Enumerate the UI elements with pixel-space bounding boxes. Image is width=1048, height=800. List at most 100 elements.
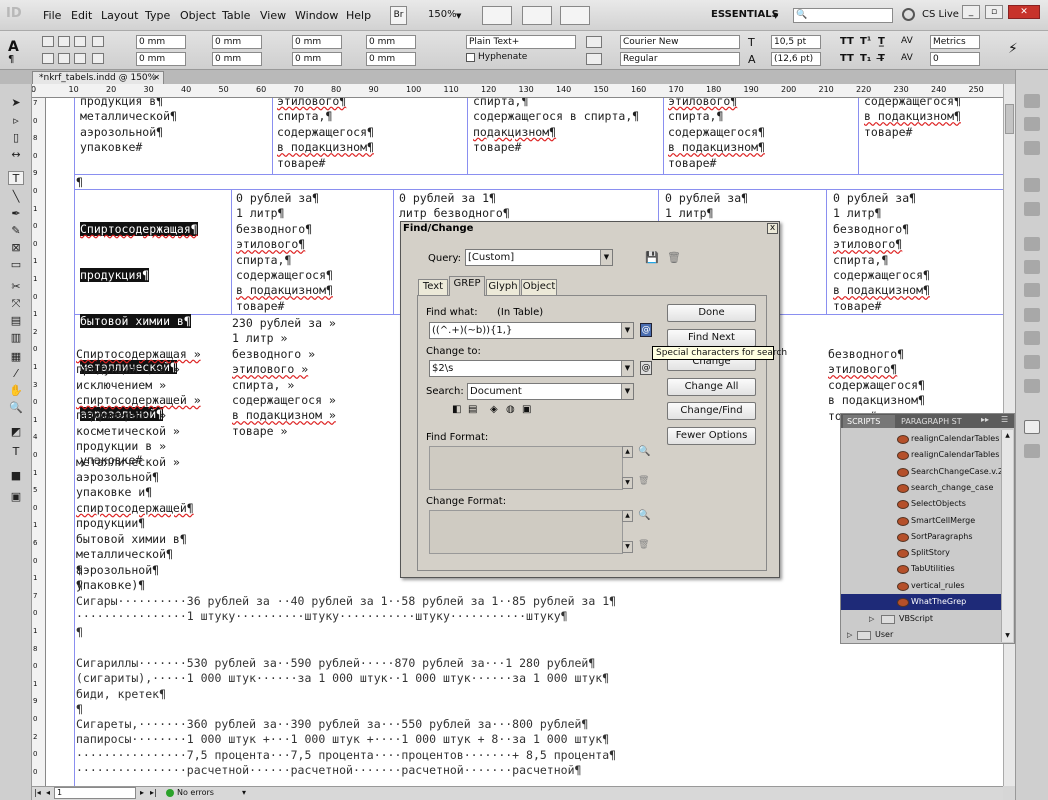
line-tool-icon[interactable]: ╲	[8, 190, 24, 204]
specify-find-format-icon[interactable]: 🔍	[638, 446, 650, 457]
include-footnotes-icon[interactable]: ▣	[522, 404, 531, 415]
script-folder[interactable]: ▷ VBScript	[841, 611, 1001, 627]
find-format-scroll-up[interactable]: ▲	[622, 446, 633, 458]
include-locked-layers-icon[interactable]: ◧	[452, 404, 461, 415]
save-query-icon[interactable]: 💾	[645, 251, 659, 264]
tab-object[interactable]: Object	[521, 279, 557, 295]
font-size-field[interactable]: 10,5 pt	[771, 35, 821, 49]
change-all-button[interactable]: Change All	[667, 378, 756, 396]
change-format-scroll-down[interactable]: ▼	[622, 541, 633, 553]
menu-type[interactable]: Type	[145, 9, 170, 22]
tab-glyph[interactable]: Glyph	[486, 279, 520, 295]
fewer-options-button[interactable]: Fewer Options	[667, 427, 756, 445]
cs-live-icon[interactable]	[902, 8, 915, 21]
tracking-field[interactable]: 0	[930, 52, 980, 66]
done-button[interactable]: Done	[667, 304, 756, 322]
document-tab[interactable]: *nkrf_tabels.indd @ 150% ✕	[32, 71, 164, 84]
justify-right-icon[interactable]	[74, 53, 86, 64]
small-caps-button[interactable]: TT	[840, 53, 854, 64]
clear-find-format-icon[interactable]: 🗑	[638, 476, 649, 486]
gradient-panel-icon[interactable]	[1024, 355, 1040, 369]
script-item[interactable]: realignCalendarTables	[841, 431, 1001, 447]
workspace-switcher[interactable]: ESSENTIALS	[711, 9, 779, 20]
screen-mode-icon[interactable]: ▣	[8, 490, 24, 504]
script-folder[interactable]: ▷ User	[841, 627, 1001, 643]
gradient-feather-tool-icon[interactable]: ▥	[8, 331, 24, 345]
menu-object[interactable]: Object	[180, 9, 216, 22]
pen-tool-icon[interactable]: ✒	[8, 207, 24, 221]
underline-button[interactable]: T̲	[878, 36, 885, 47]
last-line-indent-field[interactable]: 0 mm	[212, 52, 262, 66]
next-page-icon[interactable]: ▸	[140, 788, 144, 797]
change-format-box[interactable]	[429, 510, 623, 554]
pages-panel-icon[interactable]	[1024, 94, 1040, 108]
script-item[interactable]: vertical_rules	[841, 578, 1001, 594]
rectangle-tool-icon[interactable]: ▭	[8, 258, 24, 272]
rectangle-frame-tool-icon[interactable]: ⊠	[8, 241, 24, 255]
script-item[interactable]: realignCalendarTables	[841, 447, 1001, 463]
last-page-icon[interactable]: ▸|	[150, 788, 157, 797]
workspace-dropdown-icon[interactable]: ▼	[773, 12, 778, 20]
script-item[interactable]: SortParagraphs	[841, 529, 1001, 545]
tab-grep[interactable]: GREP	[449, 276, 485, 296]
find-what-input[interactable]: ((^.+)(~b)){1,} ▼	[429, 322, 634, 339]
paragraph-formatting-icon[interactable]: ¶	[8, 54, 14, 65]
change-format-scroll-up[interactable]: ▲	[622, 510, 633, 522]
align-right-icon[interactable]	[74, 36, 86, 47]
kerning-select[interactable]: Metrics	[930, 35, 980, 49]
right-indent-field[interactable]: 0 mm	[212, 35, 262, 49]
page-number-field[interactable]: 1	[54, 787, 136, 799]
first-line-indent-field[interactable]: 0 mm	[136, 52, 186, 66]
find-special-characters-icon[interactable]: @	[640, 323, 652, 337]
info-panel-icon[interactable]	[1024, 331, 1040, 345]
bullets-list-icon[interactable]	[586, 36, 602, 48]
subscript-button[interactable]: T₁	[860, 53, 871, 64]
script-item[interactable]: SearchChangeCase.v.2	[841, 464, 1003, 480]
cell-r2c5[interactable]: 0 рублей за¶ 1 литр¶ безводного¶ этилового¶…	[833, 191, 930, 314]
script-item[interactable]: WhatTheGrep	[841, 594, 1001, 610]
query-select[interactable]: [Custom] ▼	[465, 249, 613, 266]
all-caps-button[interactable]: TT	[840, 36, 854, 47]
panel-collapse-icon[interactable]: ▸▸	[981, 415, 989, 424]
hyphenate-checkbox[interactable]	[466, 53, 475, 62]
cell-r3c1[interactable]: Спиртосодержащая » продукция (за » исключе…	[76, 316, 201, 624]
first-page-icon[interactable]: |◂	[34, 788, 41, 797]
screen-mode-button[interactable]	[522, 6, 552, 25]
close-tab-icon[interactable]: ✕	[153, 72, 160, 84]
space-after-field[interactable]: 0 mm	[292, 52, 342, 66]
paragraph-style-select[interactable]: Plain Text+	[466, 35, 576, 49]
cell-r2c3[interactable]: 0 рублей за 1¶ литр безводного¶	[399, 191, 510, 222]
help-search-input[interactable]: 🔍	[793, 8, 893, 23]
cell-r2c4[interactable]: 0 рублей за¶ 1 литр¶	[665, 191, 748, 222]
maximize-button[interactable]: ▫	[985, 5, 1003, 19]
strikethrough-button[interactable]: T̶	[878, 53, 885, 64]
align-center-icon[interactable]	[58, 36, 70, 47]
dialog-close-button[interactable]: x	[767, 223, 778, 234]
cigarillos-block[interactable]: Сигариллы·······530 рублей за··590 рубле…	[76, 656, 609, 718]
justify-all-icon[interactable]	[42, 53, 54, 64]
preflight-menu-icon[interactable]: ▾	[242, 788, 246, 797]
direct-selection-tool-icon[interactable]: ▹	[8, 114, 24, 128]
object-styles-panel-icon[interactable]	[1024, 379, 1040, 393]
character-styles-panel-icon[interactable]	[1024, 260, 1040, 274]
space-before-field[interactable]: 0 mm	[292, 35, 342, 49]
script-item[interactable]: TabUtilities	[841, 561, 1001, 577]
cell-r1c5[interactable]: содержащегося¶ в подакцизном¶ товаре#	[864, 98, 961, 140]
arrange-documents-button[interactable]	[560, 6, 590, 25]
expand-arrow-icon[interactable]: ▷	[869, 611, 874, 627]
apply-color-icon[interactable]: ■	[8, 469, 24, 483]
drop-cap-chars-field[interactable]: 0 mm	[366, 52, 416, 66]
menu-table[interactable]: Table	[222, 9, 250, 22]
zoom-level[interactable]: 150%	[428, 9, 457, 20]
previous-page-icon[interactable]: ◂	[46, 788, 50, 797]
cigarettes-block[interactable]: Сигареты,·······360 рублей за··390 рубле…	[76, 717, 616, 779]
clear-change-format-icon[interactable]: 🗑	[638, 540, 649, 550]
fill-stroke-icon[interactable]: ◩	[8, 425, 24, 439]
font-family-select[interactable]: Courier New	[620, 35, 740, 49]
cell-r1c1[interactable]: продукция в¶ металлической¶ аэрозольной¶ уп…	[80, 98, 177, 156]
menu-edit[interactable]: Edit	[71, 9, 92, 22]
selection-tool-icon[interactable]: ➤	[8, 96, 24, 110]
include-hidden-layers-icon[interactable]: ◈	[490, 404, 498, 415]
scripts-scrollbar[interactable]: ▲ ▼	[1001, 430, 1013, 642]
change-find-button[interactable]: Change/Find	[667, 402, 756, 420]
